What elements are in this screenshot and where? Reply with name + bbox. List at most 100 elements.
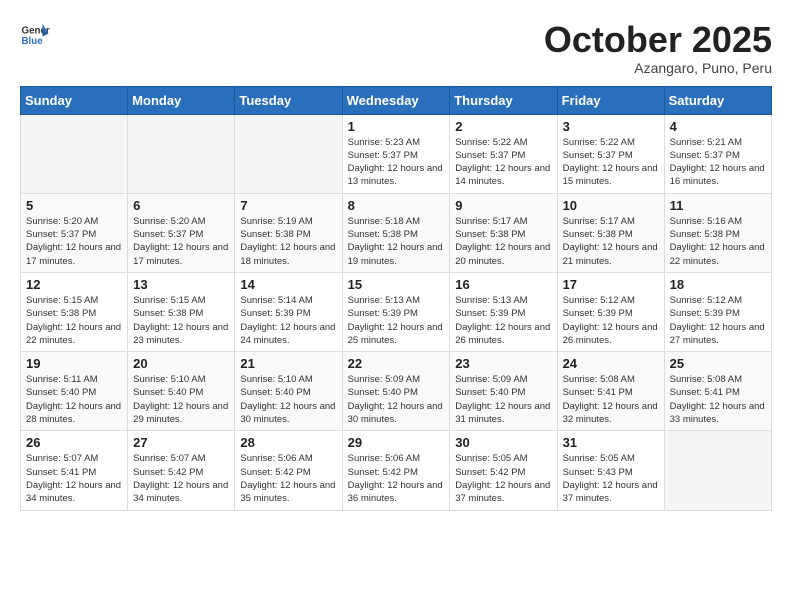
- calendar-week-row: 1 Sunrise: 5:23 AMSunset: 5:37 PMDaylight…: [21, 114, 772, 193]
- calendar-cell: 24 Sunrise: 5:08 AMSunset: 5:41 PMDayligh…: [557, 352, 664, 431]
- day-info: Sunrise: 5:06 AMSunset: 5:42 PMDaylight:…: [348, 452, 445, 505]
- logo-icon: General Blue: [20, 20, 50, 50]
- calendar-cell: 5Sunrise: 5:20 AMSunset: 5:37 PMDaylight…: [21, 193, 128, 272]
- weekday-header-row: SundayMondayTuesdayWednesdayThursdayFrid…: [21, 86, 772, 114]
- day-info: Sunrise: 5:17 AMSunset: 5:38 PMDaylight:…: [563, 215, 659, 268]
- calendar-cell: 21 Sunrise: 5:10 AMSunset: 5:40 PMDayligh…: [235, 352, 342, 431]
- day-number: 19: [26, 356, 122, 371]
- calendar-cell: 3 Sunrise: 5:22 AMSunset: 5:37 PMDaylight…: [557, 114, 664, 193]
- day-info: Sunrise: 5:13 AMSunset: 5:39 PMDaylight:…: [455, 294, 551, 347]
- day-number: 8: [348, 198, 445, 213]
- day-info: Sunrise: 5:19 AMSunset: 5:38 PMDaylight:…: [240, 215, 336, 268]
- day-info: Sunrise: 5:05 AMSunset: 5:43 PMDaylight:…: [563, 452, 659, 505]
- calendar-cell: 27 Sunrise: 5:07 AMSunset: 5:42 PMDayligh…: [128, 431, 235, 510]
- day-number: 18: [670, 277, 766, 292]
- calendar-cell: 25Sunrise: 5:08 AMSunset: 5:41 PMDayligh…: [664, 352, 771, 431]
- calendar-cell: 19 Sunrise: 5:11 AMSunset: 5:40 PMDayligh…: [21, 352, 128, 431]
- day-number: 24: [563, 356, 659, 371]
- day-number: 22: [348, 356, 445, 371]
- day-number: 1: [348, 119, 445, 134]
- title-area: October 2025 Azangaro, Puno, Peru: [544, 20, 772, 76]
- weekday-header: Saturday: [664, 86, 771, 114]
- calendar-week-row: 26 Sunrise: 5:07 AMSunset: 5:41 PMDayligh…: [21, 431, 772, 510]
- weekday-header: Tuesday: [235, 86, 342, 114]
- calendar-cell: [21, 114, 128, 193]
- calendar-week-row: 5Sunrise: 5:20 AMSunset: 5:37 PMDaylight…: [21, 193, 772, 272]
- day-number: 17: [563, 277, 659, 292]
- calendar-cell: 23 Sunrise: 5:09 AMSunset: 5:40 PMDayligh…: [450, 352, 557, 431]
- calendar-week-row: 12 Sunrise: 5:15 AMSunset: 5:38 PMDayligh…: [21, 272, 772, 351]
- weekday-header: Wednesday: [342, 86, 450, 114]
- calendar-cell: [235, 114, 342, 193]
- calendar-cell: 8 Sunrise: 5:18 AMSunset: 5:38 PMDaylight…: [342, 193, 450, 272]
- day-number: 26: [26, 435, 122, 450]
- calendar-cell: 16 Sunrise: 5:13 AMSunset: 5:39 PMDayligh…: [450, 272, 557, 351]
- calendar-cell: 1 Sunrise: 5:23 AMSunset: 5:37 PMDaylight…: [342, 114, 450, 193]
- day-number: 12: [26, 277, 122, 292]
- day-number: 23: [455, 356, 551, 371]
- calendar-week-row: 19 Sunrise: 5:11 AMSunset: 5:40 PMDayligh…: [21, 352, 772, 431]
- day-info: Sunrise: 5:20 AMSunset: 5:37 PMDaylight:…: [133, 215, 229, 268]
- day-number: 29: [348, 435, 445, 450]
- day-info: Sunrise: 5:05 AMSunset: 5:42 PMDaylight:…: [455, 452, 551, 505]
- day-number: 11: [670, 198, 766, 213]
- day-info: Sunrise: 5:11 AMSunset: 5:40 PMDaylight:…: [26, 373, 122, 426]
- day-info: Sunrise: 5:10 AMSunset: 5:40 PMDaylight:…: [240, 373, 336, 426]
- weekday-header: Thursday: [450, 86, 557, 114]
- day-info: Sunrise: 5:07 AMSunset: 5:42 PMDaylight:…: [133, 452, 229, 505]
- day-number: 21: [240, 356, 336, 371]
- calendar-cell: 12 Sunrise: 5:15 AMSunset: 5:38 PMDayligh…: [21, 272, 128, 351]
- day-info: Sunrise: 5:12 AMSunset: 5:39 PMDaylight:…: [670, 294, 766, 347]
- day-info: Sunrise: 5:15 AMSunset: 5:38 PMDaylight:…: [133, 294, 229, 347]
- day-number: 25: [670, 356, 766, 371]
- calendar-cell: 9Sunrise: 5:17 AMSunset: 5:38 PMDaylight…: [450, 193, 557, 272]
- calendar-cell: 4Sunrise: 5:21 AMSunset: 5:37 PMDaylight…: [664, 114, 771, 193]
- day-number: 10: [563, 198, 659, 213]
- calendar-cell: 28 Sunrise: 5:06 AMSunset: 5:42 PMDayligh…: [235, 431, 342, 510]
- calendar-cell: 7 Sunrise: 5:19 AMSunset: 5:38 PMDaylight…: [235, 193, 342, 272]
- day-info: Sunrise: 5:15 AMSunset: 5:38 PMDaylight:…: [26, 294, 122, 347]
- weekday-header: Monday: [128, 86, 235, 114]
- day-number: 30: [455, 435, 551, 450]
- calendar-cell: 30 Sunrise: 5:05 AMSunset: 5:42 PMDayligh…: [450, 431, 557, 510]
- day-number: 3: [563, 119, 659, 134]
- svg-text:Blue: Blue: [22, 36, 44, 47]
- day-number: 27: [133, 435, 229, 450]
- calendar-cell: 26 Sunrise: 5:07 AMSunset: 5:41 PMDayligh…: [21, 431, 128, 510]
- calendar-cell: 14Sunrise: 5:14 AMSunset: 5:39 PMDayligh…: [235, 272, 342, 351]
- day-info: Sunrise: 5:23 AMSunset: 5:37 PMDaylight:…: [348, 136, 445, 189]
- day-info: Sunrise: 5:06 AMSunset: 5:42 PMDaylight:…: [240, 452, 336, 505]
- day-number: 20: [133, 356, 229, 371]
- day-info: Sunrise: 5:10 AMSunset: 5:40 PMDaylight:…: [133, 373, 229, 426]
- logo: General Blue: [20, 20, 50, 50]
- day-number: 31: [563, 435, 659, 450]
- day-info: Sunrise: 5:08 AMSunset: 5:41 PMDaylight:…: [563, 373, 659, 426]
- calendar-cell: 6Sunrise: 5:20 AMSunset: 5:37 PMDaylight…: [128, 193, 235, 272]
- day-number: 28: [240, 435, 336, 450]
- calendar-cell: 22 Sunrise: 5:09 AMSunset: 5:40 PMDayligh…: [342, 352, 450, 431]
- calendar-cell: [664, 431, 771, 510]
- month-title: October 2025: [544, 20, 772, 60]
- day-number: 13: [133, 277, 229, 292]
- calendar-cell: 18 Sunrise: 5:12 AMSunset: 5:39 PMDayligh…: [664, 272, 771, 351]
- day-number: 9: [455, 198, 551, 213]
- day-info: Sunrise: 5:07 AMSunset: 5:41 PMDaylight:…: [26, 452, 122, 505]
- day-info: Sunrise: 5:18 AMSunset: 5:38 PMDaylight:…: [348, 215, 445, 268]
- day-number: 16: [455, 277, 551, 292]
- calendar-cell: 13 Sunrise: 5:15 AMSunset: 5:38 PMDayligh…: [128, 272, 235, 351]
- day-info: Sunrise: 5:21 AMSunset: 5:37 PMDaylight:…: [670, 136, 766, 189]
- location-subtitle: Azangaro, Puno, Peru: [544, 60, 772, 76]
- day-info: Sunrise: 5:09 AMSunset: 5:40 PMDaylight:…: [348, 373, 445, 426]
- day-info: Sunrise: 5:16 AMSunset: 5:38 PMDaylight:…: [670, 215, 766, 268]
- day-info: Sunrise: 5:09 AMSunset: 5:40 PMDaylight:…: [455, 373, 551, 426]
- calendar-cell: [128, 114, 235, 193]
- day-info: Sunrise: 5:14 AMSunset: 5:39 PMDaylight:…: [240, 294, 336, 347]
- day-info: Sunrise: 5:22 AMSunset: 5:37 PMDaylight:…: [455, 136, 551, 189]
- calendar-table: SundayMondayTuesdayWednesdayThursdayFrid…: [20, 86, 772, 511]
- calendar-cell: 2Sunrise: 5:22 AMSunset: 5:37 PMDaylight…: [450, 114, 557, 193]
- day-number: 7: [240, 198, 336, 213]
- day-info: Sunrise: 5:12 AMSunset: 5:39 PMDaylight:…: [563, 294, 659, 347]
- calendar-cell: 11 Sunrise: 5:16 AMSunset: 5:38 PMDayligh…: [664, 193, 771, 272]
- calendar-cell: 31 Sunrise: 5:05 AMSunset: 5:43 PMDayligh…: [557, 431, 664, 510]
- day-info: Sunrise: 5:22 AMSunset: 5:37 PMDaylight:…: [563, 136, 659, 189]
